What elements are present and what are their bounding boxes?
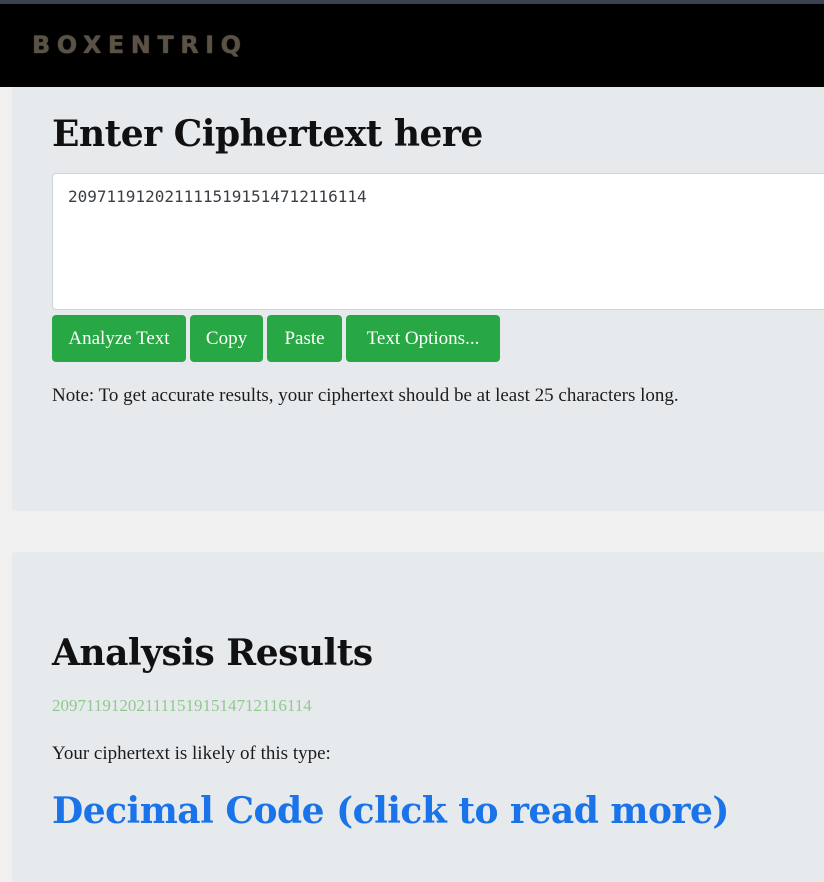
input-panel-title: Enter Ciphertext here (52, 113, 483, 155)
paste-button[interactable]: Paste (267, 315, 342, 362)
navbar: BOXENTRIQ (0, 4, 824, 87)
ciphertext-textarea[interactable]: 2097119120211115191514712116114 (52, 173, 824, 310)
decimal-code-result-link[interactable]: Decimal Code (click to read more) (52, 790, 729, 832)
results-title: Analysis Results (52, 632, 373, 674)
analyze-text-button[interactable]: Analyze Text (52, 315, 186, 362)
brand-logo[interactable]: BOXENTRIQ (32, 31, 248, 59)
ciphertext-value: 2097119120211115191514712116114 (68, 187, 367, 206)
likely-type-label: Your ciphertext is likely of this type: (52, 743, 331, 764)
copy-button[interactable]: Copy (190, 315, 263, 362)
ciphertext-echo: 2097119120211115191514712116114 (52, 696, 312, 715)
text-options-button[interactable]: Text Options... (346, 315, 500, 362)
length-note: Note: To get accurate results, your ciph… (52, 385, 679, 406)
analysis-results-panel (12, 552, 824, 882)
